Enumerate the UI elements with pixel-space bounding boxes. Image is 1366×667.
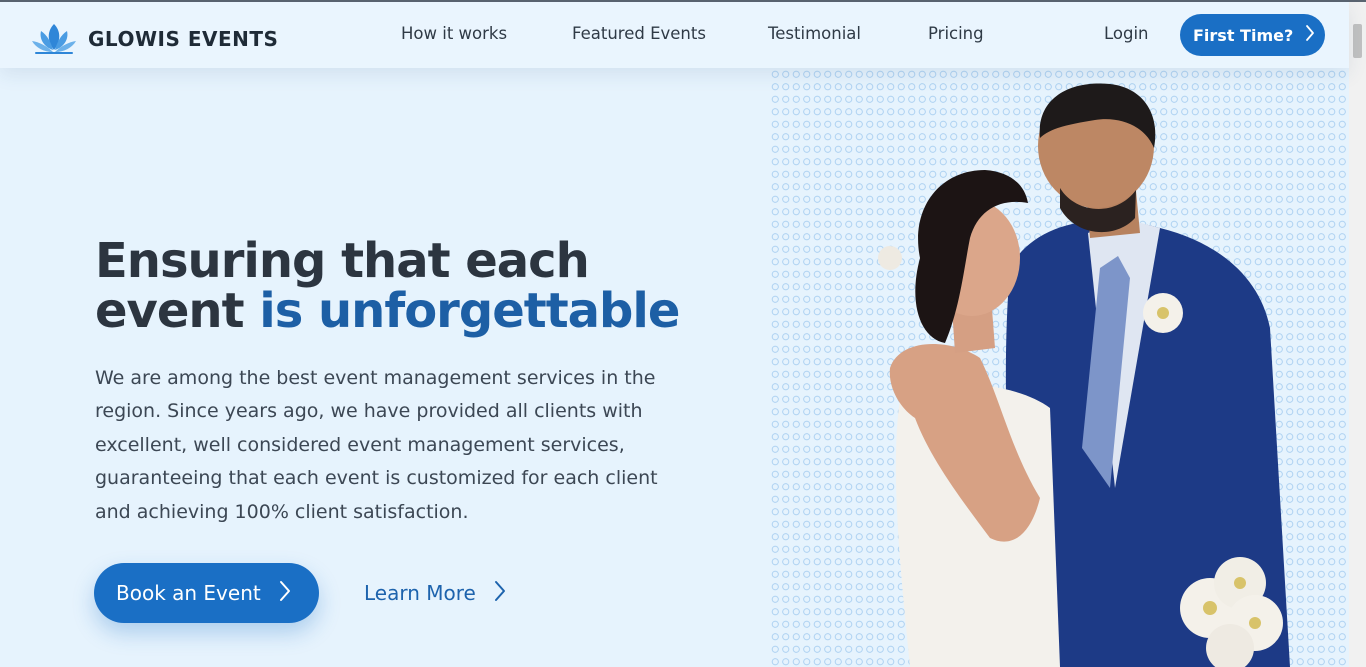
headline-line-2-start: event: [95, 283, 260, 339]
chevron-right-icon: [494, 580, 506, 607]
headline-highlight: is unforgettable: [259, 283, 680, 339]
nav-pricing[interactable]: Pricing: [928, 24, 984, 43]
chevron-right-icon: [279, 580, 291, 607]
login-link[interactable]: Login: [1104, 24, 1149, 43]
book-event-button[interactable]: Book an Event: [94, 563, 319, 623]
nav-how-it-works[interactable]: How it works: [401, 24, 507, 43]
first-time-label: First Time?: [1193, 25, 1294, 45]
hero-description: We are among the best event management s…: [95, 367, 658, 523]
scrollbar-thumb[interactable]: [1353, 24, 1362, 58]
first-time-button[interactable]: First Time?: [1180, 14, 1325, 56]
lotus-logo-icon: [30, 22, 78, 56]
learn-more-link[interactable]: Learn More: [364, 578, 506, 608]
wedding-couple-image: [860, 68, 1290, 667]
vertical-scrollbar[interactable]: [1349, 2, 1366, 667]
learn-more-label: Learn More: [364, 581, 476, 605]
chevron-right-icon: [1305, 24, 1315, 46]
top-navigation-bar: GLOWIS EVENTS How it works Featured Even…: [0, 2, 1349, 68]
brand-name: GLOWIS EVENTS: [88, 27, 279, 51]
headline-line-1: Ensuring that each: [95, 233, 590, 289]
hero-headline: Ensuring that each event is unforgettabl…: [95, 236, 715, 336]
nav-featured-events[interactable]: Featured Events: [572, 24, 706, 43]
nav-testimonial[interactable]: Testimonial: [768, 24, 861, 43]
brand-logo[interactable]: GLOWIS EVENTS: [30, 22, 278, 56]
book-event-label: Book an Event: [116, 581, 261, 605]
